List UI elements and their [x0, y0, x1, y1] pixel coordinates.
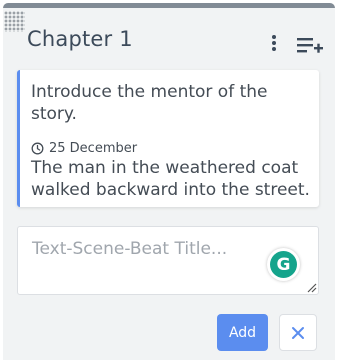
more-dot [272, 35, 276, 39]
beat-text: The man in the weathered coat walked bac… [31, 158, 310, 200]
beat-title-placeholder: Text-Scene-Beat Title... [32, 239, 228, 259]
cancel-button[interactable] [279, 314, 317, 351]
chapter-title[interactable]: Chapter 1 [27, 27, 133, 51]
add-beat-list-button[interactable] [296, 36, 324, 58]
grammarly-button[interactable]: G [267, 248, 300, 281]
more-dot [272, 47, 276, 51]
beat-title-input[interactable]: Text-Scene-Beat Title... G [17, 226, 319, 295]
close-icon [292, 326, 304, 339]
scene-beat-card[interactable]: Introduce the mentor of the story. 25 De… [17, 70, 319, 207]
grammarly-icon: G [270, 251, 297, 278]
beat-date: 25 December [31, 141, 137, 156]
chapter-column: Chapter 1 Introduce the mentor of the st… [3, 3, 335, 360]
add-button[interactable]: Add [217, 314, 268, 351]
beat-title: Introduce the mentor of the story. [31, 82, 268, 124]
more-dot [272, 41, 276, 45]
resize-handle-icon[interactable] [305, 281, 317, 293]
beat-date-text: 25 December [49, 141, 138, 156]
drag-handle-icon[interactable] [4, 11, 25, 32]
clock-icon [31, 142, 44, 155]
more-options-button[interactable] [266, 32, 282, 54]
playlist-add-icon [297, 38, 323, 53]
